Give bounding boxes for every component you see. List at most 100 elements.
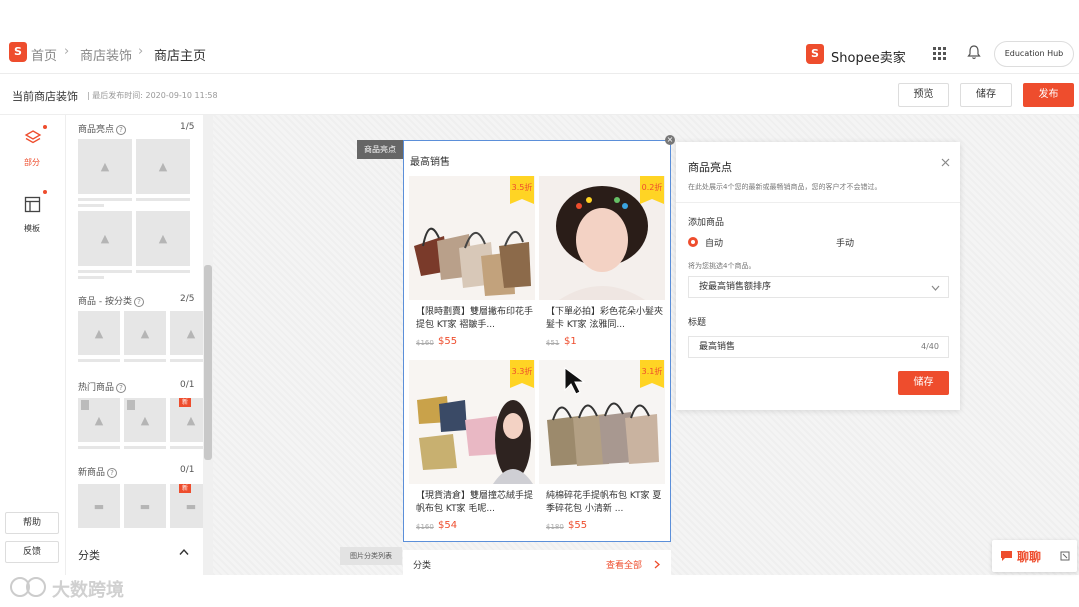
highlight-section-preview[interactable]: 最高销售 3.5折 【限時劃賣】雙層撇布印花手提包 KT家 褶皺手... $16… (403, 140, 671, 542)
section-title-text: 热门商品 (78, 383, 115, 393)
chevron-up-icon[interactable] (179, 548, 189, 556)
section-count: 0/1 (180, 380, 195, 390)
last-published-text: 最后发布时间: 2020-09-10 11:58 (92, 91, 218, 100)
sort-select[interactable]: 按最高销售额排序 (688, 276, 949, 298)
placeholder-line (78, 270, 132, 273)
help-circle-icon[interactable]: ? (133, 296, 144, 307)
shopee-logo-icon[interactable]: S (9, 42, 27, 62)
placeholder-line (78, 446, 120, 449)
rank-tag-icon (81, 400, 89, 410)
product-card[interactable]: 3.1折 純棉碎花手提帆布包 KT家 夏季碎花包 小清新 ... $180 $5… (538, 360, 666, 541)
publish-button[interactable]: 发布 (1023, 83, 1074, 107)
highlight-settings-dialog: 商品亮点 在此处展示4个您的最新或最畅销商品，您的客户才不会错过。 添加商品 自… (676, 142, 960, 410)
original-price: $51 (546, 339, 560, 347)
apps-grid-icon[interactable] (933, 47, 946, 60)
placeholder-line (124, 446, 166, 449)
rail-item-templates[interactable]: 模板 (22, 196, 44, 240)
sort-select-value: 按最高销售额排序 (699, 282, 772, 292)
radio-auto-label[interactable]: 自动 (705, 236, 723, 249)
section-title: 新商品? (78, 465, 118, 478)
breadcrumb-shop-home: 商店主页 (154, 49, 207, 64)
placeholder-line (78, 204, 104, 207)
chevron-down-icon (931, 285, 940, 291)
placeholder-line (136, 270, 190, 273)
sections-panel: 商品亮点? 1/5 ▲ ▲ ▲ ▲ 商品 - 按分类? 2/5 ▲ ▲ ▲ 热门… (66, 115, 203, 575)
watermark-text: 大数跨境 (52, 580, 124, 601)
seller-brand[interactable]: Shopee卖家 (831, 47, 906, 66)
section-title-text: 商品 - 按分类 (78, 297, 132, 307)
divider (676, 202, 960, 203)
title-char-count: 4/40 (921, 342, 939, 351)
view-all-link[interactable]: 查看全部 (606, 558, 642, 571)
last-published-time: | 最后发布时间: 2020-09-10 11:58 (87, 91, 218, 100)
placeholder-line (78, 359, 120, 362)
help-button[interactable]: 帮助 (5, 512, 59, 534)
breadcrumb-home[interactable]: 首页 (31, 45, 57, 64)
feedback-button[interactable]: 反馈 (5, 541, 59, 563)
chat-bubble-icon (1001, 551, 1012, 561)
product-card[interactable]: 0.2折 【下單必拍】彩色花朵小髮夾髮卡 KT家 泫雅同... $51 $1 (538, 176, 666, 357)
chevron-right-icon: › (138, 44, 144, 59)
sale-price: $54 (438, 520, 458, 531)
product-name: 【限時劃賣】雙層撇布印花手提包 KT家 褶皺手... (416, 307, 534, 330)
new-tag: 新 (179, 484, 191, 493)
placeholder-line (136, 198, 190, 201)
expand-icon[interactable] (1060, 551, 1070, 561)
category-section-header[interactable]: 分类 (78, 547, 100, 563)
dialog-save-button[interactable]: 储存 (898, 371, 949, 395)
chat-widget[interactable]: 聊聊 (992, 540, 1077, 572)
sale-price: $55 (568, 520, 588, 531)
category-list-tag: 图片分类列表 (340, 547, 402, 565)
remove-section-icon[interactable]: × (665, 135, 675, 145)
radio-manual[interactable] (819, 237, 829, 247)
education-hub-button[interactable]: Education Hub (994, 41, 1074, 67)
category-block-title: 分类 (413, 561, 432, 571)
chat-label: 聊聊 (1017, 550, 1042, 564)
title-field-label: 标题 (688, 318, 707, 328)
product-name: 純棉碎花手提帆布包 KT家 夏季碎花包 小清新 ... (546, 491, 662, 514)
block-title: 最高销售 (410, 157, 450, 168)
title-input[interactable]: 最高销售 4/40 (688, 336, 949, 358)
chevron-right-icon (654, 560, 660, 569)
breadcrumb-shop-decoration[interactable]: 商店装饰 (80, 45, 132, 64)
category-block-preview[interactable]: 分类 查看全部 (403, 550, 671, 575)
save-button[interactable]: 储存 (960, 83, 1012, 107)
dialog-title: 商品亮点 (688, 161, 732, 174)
left-rail (0, 115, 66, 575)
template-icon (24, 196, 41, 213)
shopee-seller-logo-icon[interactable]: S (806, 44, 824, 64)
image-placeholder-icon: ▲ (136, 139, 190, 194)
image-placeholder-icon: ▲ (78, 139, 132, 194)
help-circle-icon[interactable]: ? (116, 124, 127, 135)
rail-item-sections[interactable]: 部分 (22, 129, 44, 173)
image-placeholder-icon: ▲ (78, 311, 120, 355)
original-price: $180 (546, 523, 564, 531)
help-circle-icon[interactable]: ? (107, 467, 118, 478)
product-card[interactable]: 3.3折 【現貨清倉】雙層撞芯絨手提帆布包 KT家 毛呢... $160 $54 (408, 360, 536, 541)
preview-button[interactable]: 预览 (898, 83, 949, 107)
section-card-by-category[interactable]: ▲ ▲ ▲ (78, 311, 203, 363)
auto-hint: 将为您挑选4个商品。 (688, 262, 756, 270)
radio-auto[interactable] (688, 237, 698, 247)
placeholder-line (124, 359, 166, 362)
placeholder-line (170, 446, 203, 449)
notification-bell-icon[interactable] (967, 45, 981, 60)
section-count: 0/1 (180, 465, 195, 475)
section-card-new-products[interactable]: ▬ ▬ ▬ 新 (78, 484, 203, 536)
rank-tag-icon (127, 400, 135, 410)
mouse-pointer-icon (564, 367, 586, 395)
placeholder-line (170, 359, 203, 362)
close-icon[interactable] (941, 158, 950, 167)
product-card[interactable]: 3.5折 【限時劃賣】雙層撇布印花手提包 KT家 褶皺手... $160 $55 (408, 176, 536, 357)
section-count: 1/5 (180, 122, 195, 132)
section-card-highlights[interactable]: ▲ ▲ ▲ ▲ (78, 139, 192, 279)
section-card-top-products[interactable]: ▲ ▲ ▲ 新 (78, 398, 203, 450)
radio-manual-label[interactable]: 手动 (836, 236, 854, 249)
image-placeholder-icon: ▲ (78, 211, 132, 266)
rail-dot-indicator (43, 190, 47, 194)
scrollbar-thumb[interactable] (204, 265, 212, 460)
rail-item-label: 部分 (24, 158, 40, 167)
product-name: 【現貨清倉】雙層撞芯絨手提帆布包 KT家 毛呢... (416, 491, 534, 514)
help-circle-icon[interactable]: ? (116, 382, 127, 393)
image-placeholder-icon: ▲ (170, 311, 203, 355)
